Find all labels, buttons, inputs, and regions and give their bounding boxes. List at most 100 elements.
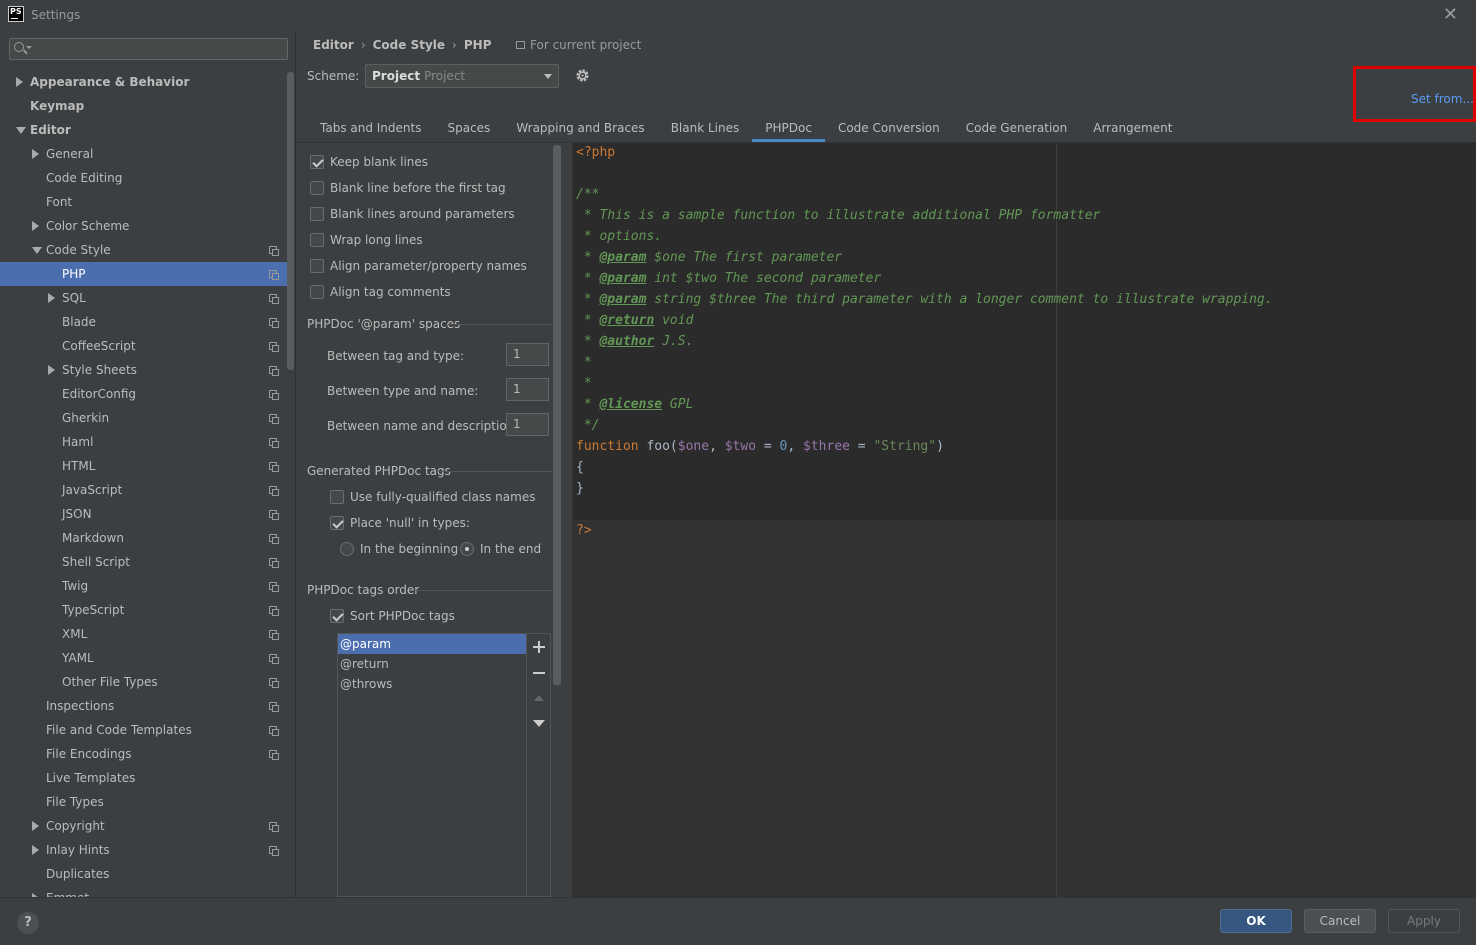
tab-wrapping-and-braces[interactable]: Wrapping and Braces [503, 118, 657, 142]
move-down-icon[interactable] [533, 720, 545, 727]
sidebar-item-twig[interactable]: Twig [0, 574, 287, 598]
checkbox-box[interactable] [330, 490, 344, 504]
blank-lines-around-parameters-checkbox[interactable]: Blank lines around parameters [310, 207, 515, 221]
sidebar-item-html[interactable]: HTML [0, 454, 287, 478]
sidebar-item-code-style[interactable]: Code Style [0, 238, 287, 262]
between-tag-type-input[interactable]: 1 [506, 343, 549, 366]
fully-qualified-names-checkbox[interactable]: Use fully-qualified class names [330, 490, 535, 504]
checkbox-box[interactable] [330, 516, 344, 530]
remove-icon[interactable] [533, 667, 545, 679]
tab-blank-lines[interactable]: Blank Lines [658, 118, 753, 142]
list-item[interactable]: @param [338, 634, 526, 654]
sidebar-item-inspections[interactable]: Inspections [0, 694, 287, 718]
sidebar-item-general[interactable]: General [0, 142, 287, 166]
search-input[interactable] [34, 39, 284, 59]
wrap-long-lines-checkbox[interactable]: Wrap long lines [310, 233, 423, 247]
sidebar-item-file-encodings[interactable]: File Encodings [0, 742, 287, 766]
sidebar-item-haml[interactable]: Haml [0, 430, 287, 454]
sort-phpdoc-tags-checkbox[interactable]: Sort PHPDoc tags [330, 609, 455, 623]
sidebar-item-inlay-hints[interactable]: Inlay Hints [0, 838, 287, 862]
sidebar-item-appearance-behavior[interactable]: Appearance & Behavior [0, 70, 287, 94]
sidebar-item-blade[interactable]: Blade [0, 310, 287, 334]
align-tag-comments-checkbox[interactable]: Align tag comments [310, 285, 451, 299]
sidebar-item-typescript[interactable]: TypeScript [0, 598, 287, 622]
help-button[interactable]: ? [17, 912, 39, 934]
list-item[interactable]: @throws [338, 674, 526, 694]
sidebar-item-file-and-code-templates[interactable]: File and Code Templates [0, 718, 287, 742]
sidebar-item-gherkin[interactable]: Gherkin [0, 406, 287, 430]
sidebar-item-json[interactable]: JSON [0, 502, 287, 526]
sidebar-item-code-editing[interactable]: Code Editing [0, 166, 287, 190]
sidebar-item-php[interactable]: PHP [0, 262, 287, 286]
tab-tabs-and-indents[interactable]: Tabs and Indents [307, 118, 434, 142]
checkbox-box[interactable] [330, 609, 344, 623]
null-in-end-radio[interactable]: In the end [460, 542, 541, 556]
gear-icon[interactable] [575, 68, 590, 83]
chevron-right-icon[interactable] [48, 293, 55, 303]
settings-search[interactable] [9, 38, 288, 60]
chevron-right-icon[interactable] [16, 77, 23, 87]
chevron-right-icon[interactable] [32, 221, 39, 231]
radio-button[interactable] [340, 542, 354, 556]
sidebar-item-font[interactable]: Font [0, 190, 287, 214]
search-history-caret-icon[interactable] [26, 46, 32, 49]
chevron-right-icon[interactable] [32, 149, 39, 159]
between-type-name-input[interactable]: 1 [506, 378, 549, 401]
checkbox-box[interactable] [310, 155, 324, 169]
sidebar-item-keymap[interactable]: Keymap [0, 94, 287, 118]
checkbox-box[interactable] [310, 181, 324, 195]
sidebar-item-editor[interactable]: Editor [0, 118, 287, 142]
scheme-dropdown[interactable]: Project Project [365, 64, 559, 88]
sidebar-item-color-scheme[interactable]: Color Scheme [0, 214, 287, 238]
move-up-icon[interactable] [534, 695, 544, 701]
ok-button[interactable]: OK [1220, 909, 1292, 933]
chevron-down-icon[interactable] [16, 127, 26, 134]
sidebar-item-editorconfig[interactable]: EditorConfig [0, 382, 287, 406]
place-null-in-types-checkbox[interactable]: Place 'null' in types: [330, 516, 470, 530]
null-in-beginning-radio[interactable]: In the beginning [340, 542, 458, 556]
sidebar-item-style-sheets[interactable]: Style Sheets [0, 358, 287, 382]
tab-code-conversion[interactable]: Code Conversion [825, 118, 953, 142]
sidebar-item-live-templates[interactable]: Live Templates [0, 766, 287, 790]
sidebar-item-file-types[interactable]: File Types [0, 790, 287, 814]
code-doc-close: */ [576, 418, 600, 433]
blank-line-before-first-tag-checkbox[interactable]: Blank line before the first tag [310, 181, 506, 195]
keep-blank-lines-checkbox[interactable]: Keep blank lines [310, 155, 428, 169]
cancel-button[interactable]: Cancel [1304, 909, 1376, 933]
radio-button[interactable] [460, 542, 474, 556]
checkbox-box[interactable] [310, 207, 324, 221]
checkbox-box[interactable] [310, 233, 324, 247]
tab-phpdoc[interactable]: PHPDoc [752, 118, 825, 142]
sidebar-item-xml[interactable]: XML [0, 622, 287, 646]
checkbox-box[interactable] [310, 259, 324, 273]
tab-spaces[interactable]: Spaces [434, 118, 503, 142]
sidebar-item-coffeescript[interactable]: CoffeeScript [0, 334, 287, 358]
sidebar-item-sql[interactable]: SQL [0, 286, 287, 310]
chevron-right-icon[interactable] [32, 821, 39, 831]
chevron-right-icon[interactable] [48, 365, 55, 375]
add-icon[interactable] [533, 641, 545, 653]
sidebar-item-javascript[interactable]: JavaScript [0, 478, 287, 502]
sidebar-item-yaml[interactable]: YAML [0, 646, 287, 670]
tab-code-generation[interactable]: Code Generation [953, 118, 1080, 142]
breadcrumb-php: PHP [463, 38, 492, 52]
chevron-right-icon[interactable] [32, 845, 39, 855]
sidebar-item-emmet[interactable]: Emmet [0, 886, 287, 897]
set-from-link[interactable]: Set from... [1411, 92, 1474, 106]
apply-button[interactable]: Apply [1388, 909, 1460, 933]
sidebar-item-other-file-types[interactable]: Other File Types [0, 670, 287, 694]
sidebar-scrollbar[interactable] [287, 72, 294, 370]
sidebar-item-duplicates[interactable]: Duplicates [0, 862, 287, 886]
for-current-project: For current project [516, 38, 641, 52]
align-parameter-names-checkbox[interactable]: Align parameter/property names [310, 259, 527, 273]
sidebar-item-shell-script[interactable]: Shell Script [0, 550, 287, 574]
chevron-down-icon[interactable] [32, 247, 42, 254]
checkbox-box[interactable] [310, 285, 324, 299]
between-name-description-input[interactable]: 1 [506, 413, 549, 436]
tab-arrangement[interactable]: Arrangement [1080, 118, 1185, 142]
options-scrollbar[interactable] [553, 145, 561, 685]
close-icon[interactable]: ✕ [1443, 4, 1458, 25]
sidebar-item-markdown[interactable]: Markdown [0, 526, 287, 550]
list-item[interactable]: @return [338, 654, 526, 674]
sidebar-item-copyright[interactable]: Copyright [0, 814, 287, 838]
